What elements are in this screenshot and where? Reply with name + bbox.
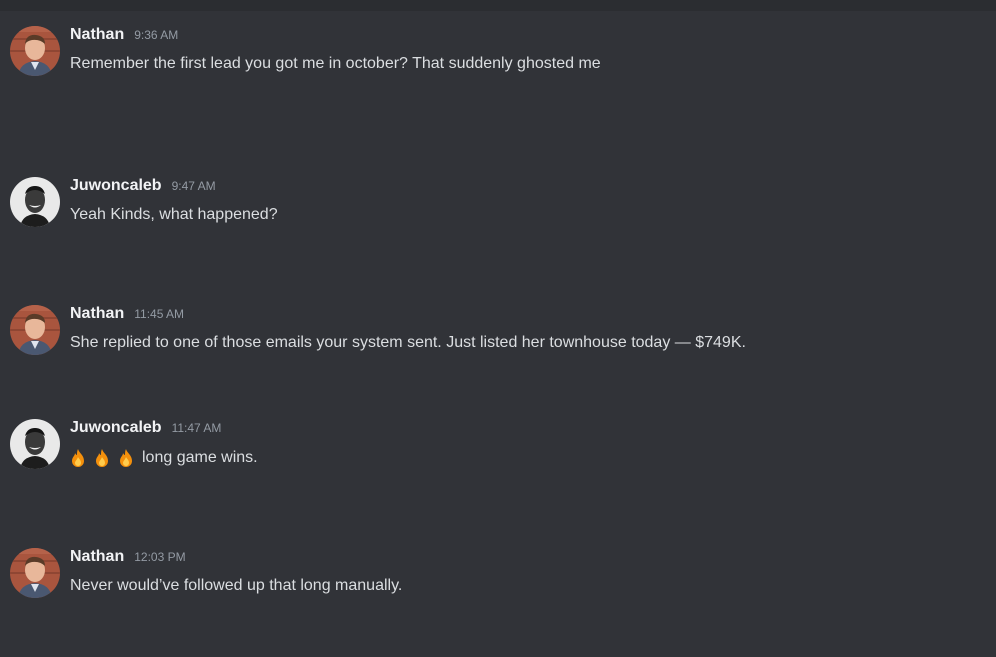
author-name[interactable]: Nathan [70, 548, 124, 566]
message: Nathan 11:45 AM She replied to one of th… [0, 305, 996, 365]
author-name[interactable]: Juwoncaleb [70, 419, 162, 437]
author-name[interactable]: Juwoncaleb [70, 177, 162, 195]
message-content: Yeah Kinds, what happened? [70, 206, 278, 223]
message-header: Nathan 11:45 AM [70, 305, 184, 327]
message-header: Nathan 12:03 PM [70, 548, 186, 570]
message: Juwoncaleb 9:47 AM Yeah Kinds, what happ… [0, 177, 996, 237]
nathan-avatar[interactable] [10, 305, 60, 355]
channel-header-strip [0, 0, 996, 11]
message-text: Remember the first lead you got me in oc… [70, 55, 601, 73]
message-list: Nathan 9:36 AM Remember the first lead y… [0, 11, 996, 657]
message: Nathan 12:03 PM Never would’ve followed … [0, 548, 996, 608]
timestamp: 9:47 AM [171, 179, 216, 193]
message-content: long game wins. [142, 449, 258, 466]
juwoncaleb-avatar[interactable] [10, 419, 60, 469]
fire-icon [94, 448, 110, 468]
timestamp: 11:45 AM [134, 307, 185, 321]
timestamp: 9:36 AM [134, 28, 179, 42]
nathan-avatar[interactable] [10, 548, 60, 598]
juwoncaleb-avatar[interactable] [10, 177, 60, 227]
message-content: Remember the first lead you got me in oc… [70, 55, 601, 72]
message-text: Yeah Kinds, what happened? [70, 206, 278, 224]
message-header: Juwoncaleb 11:47 AM [70, 419, 221, 441]
timestamp: 12:03 PM [134, 550, 186, 564]
fire-icon [70, 448, 86, 468]
message: Juwoncaleb 11:47 AM long game wins. [0, 419, 996, 479]
author-name[interactable]: Nathan [70, 26, 124, 44]
fire-icon [118, 448, 134, 468]
message-text: Never would’ve followed up that long man… [70, 577, 402, 595]
message-header: Juwoncaleb 9:47 AM [70, 177, 216, 199]
message-content: She replied to one of those emails your … [70, 334, 746, 351]
nathan-avatar[interactable] [10, 26, 60, 76]
message: Nathan 9:36 AM Remember the first lead y… [0, 26, 996, 86]
message-text: long game wins. [70, 448, 258, 468]
message-header: Nathan 9:36 AM [70, 26, 178, 48]
author-name[interactable]: Nathan [70, 305, 124, 323]
timestamp: 11:47 AM [171, 421, 222, 435]
message-content: Never would’ve followed up that long man… [70, 577, 403, 594]
message-text: She replied to one of those emails your … [70, 334, 746, 352]
